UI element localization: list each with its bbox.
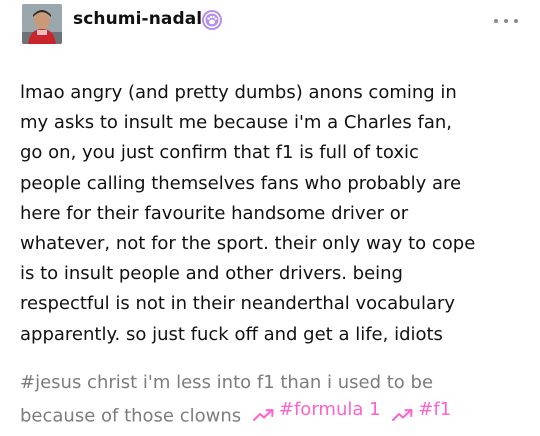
trending-tag-label: #formula 1 [278,399,381,420]
post-body-line: lmao angry (and pretty dumbs) anons comi… [20,82,457,103]
post-tags: #jesus christ i'm less into f1 than i us… [20,369,525,430]
post-body-line: go on, you just confirm that f1 is full … [20,142,419,164]
post-body-line: here for their favourite handsome driver… [20,202,409,224]
post-header: schumi-nadal [0,0,540,50]
post-body-line: whatever, not for the sport. their only … [20,233,476,255]
username-link[interactable]: schumi-nadal [73,9,202,29]
tag-link[interactable]: because of those clowns [20,406,241,427]
tags-line-2: because of those clowns #formula 1 #f1 [20,396,525,430]
post-body-line: apparently. so just fuck off and get a l… [20,323,443,345]
more-dot [494,19,498,23]
tag-link[interactable]: #jesus christ i'm less into f1 than i us… [20,369,525,396]
more-dot [504,19,508,23]
post-body-line: people calling themselves fans who proba… [20,172,462,194]
trending-tag-label: #f1 [418,399,452,420]
post-body-line: is to insult people and other drivers. b… [20,263,403,285]
avatar[interactable] [22,4,62,44]
trending-arrow-icon [252,403,275,421]
post-body-line: my asks to insult me because i'm a Charl… [20,112,452,134]
post-body-line: respectful is not in their neanderthal v… [20,293,456,315]
post-body: lmao angry (and pretty dumbs) anons comi… [20,78,525,350]
paw-badge-icon[interactable] [201,9,223,31]
trending-arrow-icon [392,403,414,421]
more-options-icon[interactable] [492,14,522,28]
more-dot [514,19,518,23]
post: schumi-nadal lmao angry (and pretty dumb… [0,0,540,436]
trending-tag-f1[interactable]: #f1 [386,396,451,423]
trending-tag-formula-1[interactable]: #formula 1 [247,396,381,423]
